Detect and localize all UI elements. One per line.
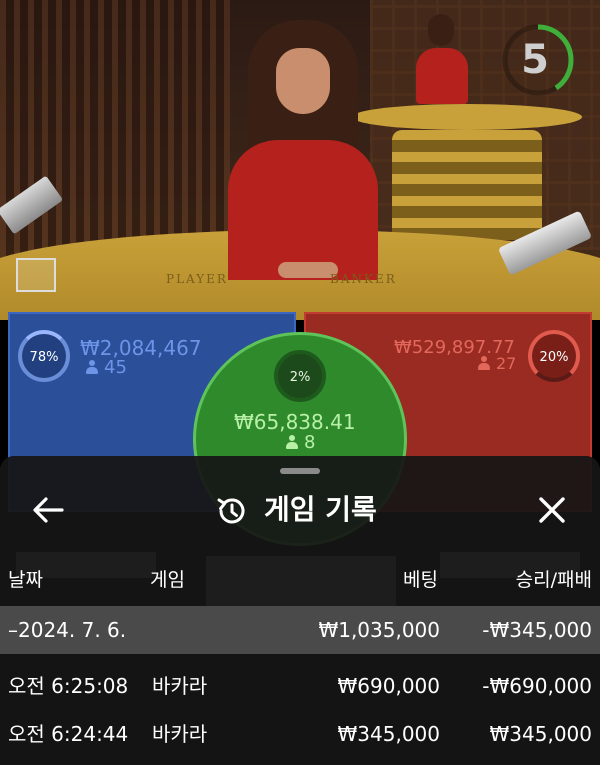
- banker-bettor-count: 27: [478, 354, 516, 373]
- summary-date: –2024. 7. 6.: [8, 618, 127, 642]
- row-game: 바카라: [152, 674, 208, 698]
- game-history-sheet: 게임 기록 날짜 게임 베팅 승리/패배 –2024. 7. 6. ₩1,035…: [0, 456, 600, 765]
- row-time: 오전 6:24:44: [8, 722, 129, 746]
- player-bettor-count: 45: [86, 357, 127, 378]
- tie-percent-ring: 2%: [274, 350, 326, 402]
- row-game: 바카라: [152, 722, 208, 746]
- column-header-date[interactable]: 날짜: [8, 566, 43, 594]
- summary-bet: ₩1,035,000: [318, 618, 440, 642]
- table-label-banker: BANKER: [330, 272, 397, 286]
- row-result: -₩690,000: [482, 674, 592, 698]
- row-time: 오전 6:25:08: [8, 674, 129, 698]
- column-header-game[interactable]: 게임: [150, 566, 185, 594]
- history-clock-icon: [214, 494, 248, 528]
- sheet-drag-handle[interactable]: [280, 468, 320, 474]
- curtain-backdrop: [0, 0, 230, 260]
- table-label-player: PLAYER: [166, 272, 228, 286]
- countdown-timer: 5: [500, 22, 576, 98]
- discard-tray: [16, 258, 56, 292]
- back-button[interactable]: [26, 492, 70, 528]
- banker-percent-ring: 20%: [528, 330, 580, 382]
- sheet-title: 게임 기록: [264, 493, 377, 526]
- history-row[interactable]: 오전 6:24:44 바카라 ₩345,000 ₩345,000: [0, 710, 600, 758]
- countdown-value: 5: [521, 37, 549, 83]
- history-row[interactable]: 오전 6:25:08 바카라 ₩690,000 -₩690,000: [0, 662, 600, 710]
- person-icon: [286, 435, 298, 449]
- player-percent-ring: 78%: [18, 330, 70, 382]
- dealer: [228, 20, 378, 280]
- column-header-bet[interactable]: 베팅: [403, 566, 438, 594]
- tie-bettor-count: 8: [286, 432, 315, 453]
- summary-result: -₩345,000: [482, 618, 592, 642]
- date-summary-row[interactable]: –2024. 7. 6. ₩1,035,000 -₩345,000: [0, 606, 600, 654]
- background-table: [352, 104, 582, 130]
- row-bet: ₩690,000: [337, 674, 440, 698]
- person-icon: [478, 356, 490, 370]
- close-icon: [539, 497, 565, 523]
- tie-bet-total: ₩65,838.41: [234, 410, 356, 434]
- person-icon: [86, 360, 98, 374]
- arrow-left-icon: [33, 497, 64, 523]
- close-button[interactable]: [532, 490, 572, 530]
- row-bet: ₩345,000: [337, 722, 440, 746]
- column-header-result[interactable]: 승리/패배: [516, 566, 592, 594]
- row-result: ₩345,000: [489, 722, 592, 746]
- background-dealer: [412, 14, 472, 104]
- sheet-header: 게임 기록: [0, 484, 600, 536]
